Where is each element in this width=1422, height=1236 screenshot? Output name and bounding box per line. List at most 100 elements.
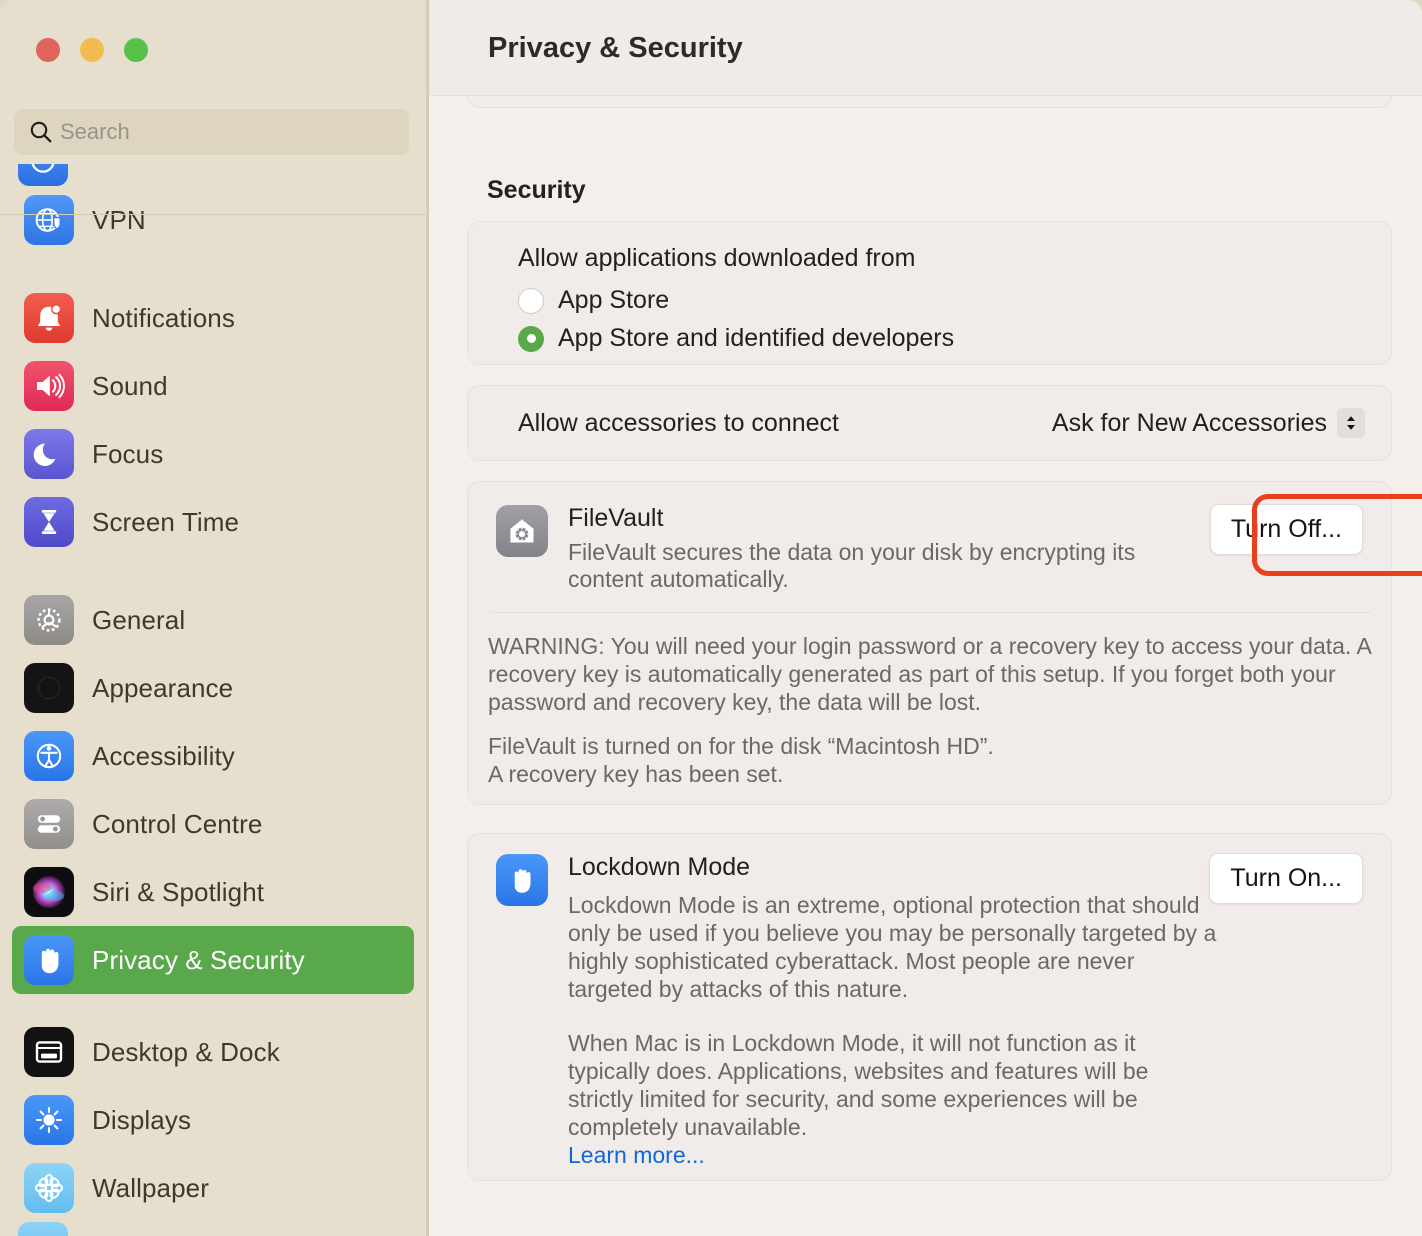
card-lockdown-mode: Lockdown Mode Turn On... Lockdown Mode i…	[467, 833, 1392, 1181]
sidebar-item-screen-time[interactable]: Screen Time	[12, 488, 414, 556]
radio-option-app-store[interactable]: App Store	[518, 286, 669, 315]
search-icon	[28, 119, 54, 145]
sound-icon	[24, 361, 74, 411]
card-allow-downloads: Allow applications downloaded from App S…	[467, 221, 1392, 365]
sidebar-item-label: Appearance	[92, 672, 234, 703]
appearance-icon	[24, 663, 74, 713]
accessories-popup-value: Ask for New Accessories	[1051, 408, 1327, 437]
filevault-description: FileVault secures the data on your disk …	[568, 539, 1136, 592]
filevault-title: FileVault	[568, 504, 664, 532]
screensaver-icon	[18, 1222, 68, 1236]
card-allow-accessories: Allow accessories to connect Ask for New…	[467, 385, 1392, 461]
accessibility-icon	[24, 731, 74, 781]
sidebar-group-2: Notifications Sound Focus Screen Time	[0, 284, 426, 556]
wallpaper-icon	[24, 1163, 74, 1213]
filevault-status-block: FileVault is turned on for the disk “Mac…	[488, 732, 1378, 788]
lockdown-learn-more-link[interactable]: Learn more...	[568, 1142, 705, 1168]
filevault-status-line-2: A recovery key has been set.	[488, 761, 784, 787]
radio-label: App Store	[558, 286, 670, 314]
sidebar: VPN Notifications	[0, 0, 429, 1236]
zoom-button[interactable]	[124, 38, 148, 62]
sidebar-item-label: Desktop & Dock	[92, 1036, 280, 1067]
lockdown-description: Lockdown Mode is an extreme, optional pr…	[568, 891, 1218, 1169]
radio-label: App Store and identified developers	[558, 324, 955, 352]
filevault-turn-off-button[interactable]: Turn Off...	[1209, 504, 1363, 555]
vpn-icon	[24, 195, 74, 245]
sidebar-item-focus[interactable]: Focus	[12, 420, 414, 488]
radio-button-unselected[interactable]	[518, 287, 544, 314]
desktop-dock-icon	[24, 1027, 74, 1077]
card-filevault: FileVault FileVault secures the data on …	[467, 481, 1392, 805]
sidebar-item-general[interactable]: General	[12, 586, 414, 654]
search-field[interactable]	[14, 109, 409, 155]
sidebar-item-partial-above[interactable]	[0, 164, 426, 186]
system-settings-window: VPN Notifications	[0, 0, 1422, 1236]
sidebar-item-label: Control Centre	[92, 808, 263, 839]
sidebar-item-label: Sound	[92, 370, 168, 401]
network-icon	[18, 164, 68, 186]
sidebar-group-4: Desktop & Dock Displays Wallpaper	[0, 1018, 426, 1222]
sidebar-item-label: Notifications	[92, 302, 235, 333]
chevron-up-down-icon	[1337, 408, 1365, 438]
sidebar-item-displays[interactable]: Displays	[12, 1086, 414, 1154]
sidebar-item-label: VPN	[92, 204, 146, 235]
displays-icon	[24, 1095, 74, 1145]
lockdown-paragraph-2: When Mac is in Lockdown Mode, it will no…	[568, 1030, 1149, 1140]
window-traffic-lights	[36, 38, 148, 62]
lockdown-title: Lockdown Mode	[568, 853, 751, 881]
sidebar-item-sound[interactable]: Sound	[12, 352, 414, 420]
sidebar-item-wallpaper[interactable]: Wallpaper	[12, 1154, 414, 1222]
sidebar-item-label: Privacy & Security	[92, 944, 305, 975]
sidebar-divider	[0, 214, 426, 215]
sidebar-item-vpn[interactable]: VPN	[12, 186, 414, 254]
sidebar-item-label: General	[92, 604, 186, 635]
allow-downloads-label: Allow applications downloaded from	[518, 244, 916, 272]
sidebar-item-label: Displays	[92, 1104, 192, 1135]
close-button[interactable]	[36, 38, 60, 62]
sidebar-item-siri-spotlight[interactable]: Siri & Spotlight	[12, 858, 414, 926]
general-icon	[24, 595, 74, 645]
sidebar-item-accessibility[interactable]: Accessibility	[12, 722, 414, 790]
sidebar-scroll-area[interactable]: VPN Notifications Sound Focus Screen Tim…	[0, 164, 426, 1236]
sidebar-item-control-centre[interactable]: Control Centre	[12, 790, 414, 858]
main-header: Privacy & Security	[429, 0, 1422, 96]
control-centre-icon	[24, 799, 74, 849]
focus-icon	[24, 429, 74, 479]
sidebar-item-appearance[interactable]: Appearance	[12, 654, 414, 722]
sidebar-item-label: Focus	[92, 438, 164, 469]
filevault-warning-text: WARNING: You will need your login passwo…	[488, 633, 1371, 715]
filevault-icon	[496, 505, 548, 557]
main-pane: Privacy & Security Security Allow applic…	[429, 0, 1422, 1236]
sidebar-group-3: General Appearance Accessibility Control…	[0, 586, 426, 994]
sidebar-item-notifications[interactable]: Notifications	[12, 284, 414, 352]
notifications-icon	[24, 293, 74, 343]
accessories-popup-button[interactable]: Ask for New Accessories	[1052, 408, 1365, 438]
screen-time-icon	[24, 497, 74, 547]
radio-option-app-store-identified-developers[interactable]: App Store and identified developers	[518, 324, 954, 353]
sidebar-item-desktop-dock[interactable]: Desktop & Dock	[12, 1018, 414, 1086]
filevault-status-line-1: FileVault is turned on for the disk “Mac…	[488, 733, 994, 759]
page-title: Privacy & Security	[488, 32, 743, 64]
siri-icon	[24, 867, 74, 917]
search-input[interactable]	[60, 119, 395, 145]
allow-accessories-label: Allow accessories to connect	[518, 408, 839, 437]
lockdown-hand-icon	[496, 854, 548, 906]
lockdown-paragraph-1: Lockdown Mode is an extreme, optional pr…	[568, 892, 1217, 1002]
filevault-separator	[490, 612, 1371, 613]
lockdown-turn-on-button[interactable]: Turn On...	[1209, 853, 1363, 904]
filevault-warning-block: WARNING: You will need your login passwo…	[488, 632, 1378, 716]
section-title-security: Security	[487, 176, 586, 204]
privacy-security-icon	[24, 935, 74, 985]
sidebar-item-label: Wallpaper	[92, 1172, 209, 1203]
sidebar-item-privacy-security[interactable]: Privacy & Security	[12, 926, 414, 994]
radio-button-selected[interactable]	[518, 325, 544, 352]
sidebar-item-partial-below[interactable]	[0, 1222, 426, 1236]
sidebar-item-label: Screen Time	[92, 506, 240, 537]
minimize-button[interactable]	[80, 38, 104, 62]
sidebar-item-label: Siri & Spotlight	[92, 876, 265, 907]
settings-scroll-content[interactable]: Security Allow applications downloaded f…	[429, 96, 1422, 1236]
sidebar-item-label: Accessibility	[92, 740, 235, 771]
